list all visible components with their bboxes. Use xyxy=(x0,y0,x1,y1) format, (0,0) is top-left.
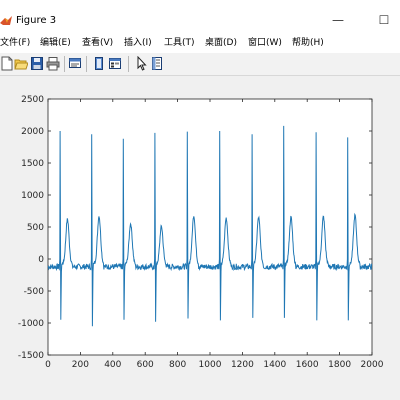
x-tick-label: 800 xyxy=(169,360,186,370)
y-tick-label: 1000 xyxy=(21,191,44,201)
edit-plot-arrow-icon[interactable] xyxy=(134,56,148,71)
x-tick-label: 1000 xyxy=(199,360,222,370)
menu-desktop[interactable]: 桌面(D) xyxy=(205,36,237,50)
print-preview-icon[interactable] xyxy=(68,56,82,71)
axes-box xyxy=(47,98,373,356)
x-tick-label: 1600 xyxy=(296,360,319,370)
menu-tools[interactable]: 工具(T) xyxy=(164,36,195,50)
toolbar-separator xyxy=(128,56,129,72)
menu-bar: 文件(F) 编辑(E) 查看(V) 插入(I) 工具(T) 桌面(D) 窗口(W… xyxy=(0,34,400,52)
matlab-icon xyxy=(0,16,12,25)
window-title: Figure 3 xyxy=(16,15,57,26)
toolbar-separator xyxy=(86,56,87,72)
dock-figure-icon[interactable] xyxy=(92,56,106,71)
menu-insert[interactable]: 插入(I) xyxy=(124,36,152,50)
menu-edit[interactable]: 编辑(E) xyxy=(40,36,71,50)
x-tick-label: 600 xyxy=(137,360,154,370)
open-file-icon[interactable] xyxy=(14,56,28,71)
menu-help[interactable]: 帮助(H) xyxy=(292,36,324,50)
x-tick-label: 400 xyxy=(104,360,121,370)
menu-view[interactable]: 查看(V) xyxy=(82,36,113,50)
toolbar-separator xyxy=(64,56,65,72)
y-tick-label: 0 xyxy=(38,255,44,265)
y-tick-label: 2500 xyxy=(21,95,44,105)
x-tick-label: 1400 xyxy=(263,360,286,370)
insert-colorbar-icon[interactable] xyxy=(108,56,122,71)
y-tick-label: -1500 xyxy=(18,351,44,361)
minimize-button[interactable]: — xyxy=(326,10,350,30)
toolbar xyxy=(0,53,400,76)
y-tick-label: 500 xyxy=(27,223,44,233)
y-tick-label: -1000 xyxy=(18,319,44,329)
new-figure-icon[interactable] xyxy=(0,56,14,71)
x-tick-label: 2000 xyxy=(361,360,384,370)
maximize-button[interactable]: ☐ xyxy=(372,10,396,30)
property-inspector-icon[interactable] xyxy=(150,56,164,71)
ecg-line-chart: 0 200 400 600 800 1000 1200 1400 1600 1800 2000 -15… xyxy=(18,95,384,370)
menu-file[interactable]: 文件(F) xyxy=(0,36,30,50)
print-icon[interactable] xyxy=(46,56,60,71)
menu-window[interactable]: 窗口(W) xyxy=(248,36,282,50)
x-tick-label: 200 xyxy=(72,360,89,370)
save-icon[interactable] xyxy=(30,56,44,71)
x-tick-label: 0 xyxy=(45,360,51,370)
figure-canvas: 0 200 400 600 800 1000 1200 1400 1600 1800 2000 -15… xyxy=(0,76,400,400)
x-tick-label: 1200 xyxy=(231,360,254,370)
y-tick-label: 1500 xyxy=(21,159,44,169)
y-tick-label: 2000 xyxy=(21,127,44,137)
x-tick-label: 1800 xyxy=(328,360,351,370)
y-tick-label: -500 xyxy=(24,287,45,297)
title-bar: Figure 3 — ☐ xyxy=(0,0,400,32)
